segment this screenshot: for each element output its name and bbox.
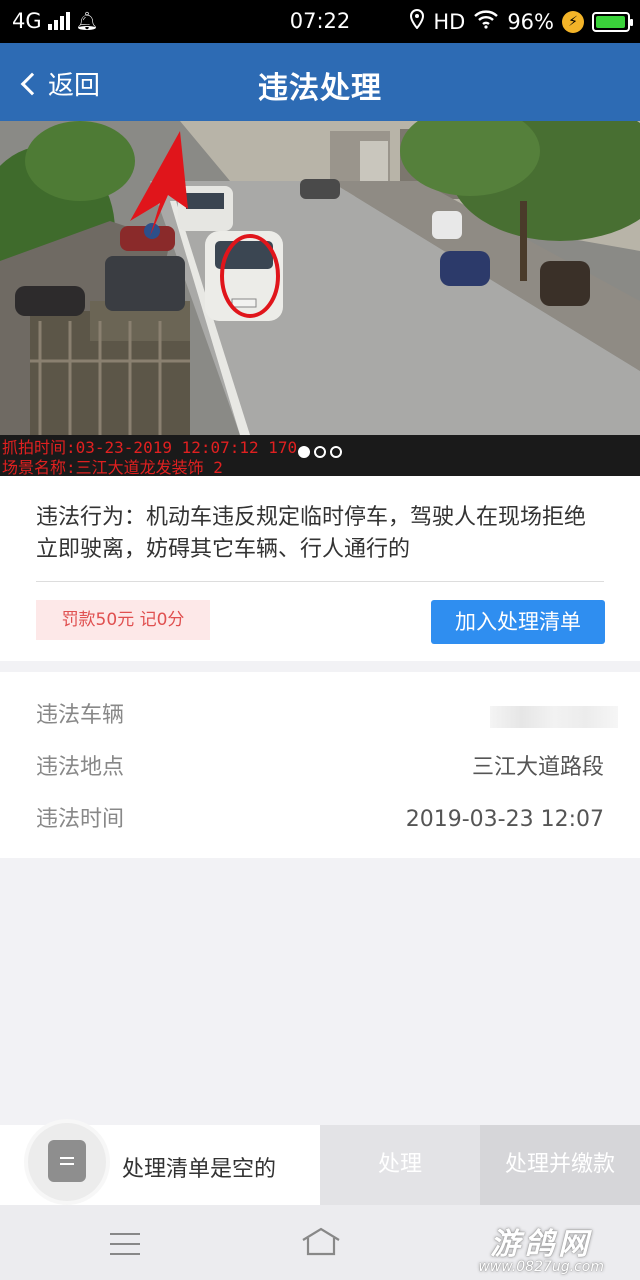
time-row: 违法时间 2019-03-23 12:07: [36, 800, 604, 840]
violation-details: 违法车辆 违法地点 三江大道路段 违法时间 2019-03-23 12:07: [0, 672, 640, 858]
penalty-badge: 罚款50元 记0分: [36, 600, 210, 640]
violation-behavior: 违法行为：机动车违反规定临时停车，驾驶人在现场拒绝立即驶离，妨碍其它车辆、行人通…: [36, 505, 587, 562]
battery-percent: 96%: [507, 9, 554, 34]
app-header: 返回 违法处理: [0, 43, 640, 121]
redacted-plate: [490, 706, 618, 728]
evidence-photo: [0, 121, 640, 435]
process-button[interactable]: 处理: [320, 1125, 480, 1205]
process-and-pay-button[interactable]: 处理并缴款: [480, 1125, 640, 1205]
location-icon: [409, 8, 425, 34]
vehicle-row: 违法车辆: [36, 696, 618, 736]
charging-icon: ⚡︎: [562, 10, 584, 33]
status-bar: 4G 🔔︎ 07:22 HD 96% ⚡︎: [0, 0, 640, 43]
scene-name-caption: 场景名称:三江大道龙发装饰_2: [2, 458, 223, 476]
time-label: 违法时间: [36, 807, 125, 832]
carousel-pager[interactable]: [298, 446, 342, 458]
add-to-list-button[interactable]: 加入处理清单: [431, 600, 605, 644]
watermark-url: www.0827ug.com: [478, 1259, 604, 1275]
vehicle-label: 违法车辆: [36, 703, 125, 728]
battery-fill: [596, 15, 625, 28]
carousel-dot[interactable]: [330, 446, 342, 458]
evidence-photo-carousel[interactable]: 抓拍时间:03-23-2019 12:07:12 170 场景名称:三江大道龙发…: [0, 121, 640, 476]
document-list-icon: [28, 1123, 106, 1201]
divider: [36, 581, 604, 582]
system-nav-bar: 游鸽网 www.0827ug.com: [0, 1205, 640, 1280]
list-empty-text: 处理清单是空的: [122, 1157, 277, 1182]
violation-card: 违法行为：机动车违反规定临时停车，驾驶人在现场拒绝立即驶离，妨碍其它车辆、行人通…: [0, 476, 640, 661]
location-row: 违法地点 三江大道路段: [36, 748, 604, 788]
hd-label: HD: [433, 9, 466, 34]
page-title: 违法处理: [258, 71, 382, 106]
processing-list[interactable]: 处理清单是空的: [0, 1123, 320, 1205]
home-icon[interactable]: [300, 1227, 342, 1257]
watermark-title: 游鸽网: [490, 1227, 593, 1262]
menu-icon[interactable]: [110, 1233, 140, 1255]
watermark-logo: 游鸽网 www.0827ug.com: [478, 1219, 604, 1275]
carousel-dot[interactable]: [314, 446, 326, 458]
battery-icon: [592, 11, 633, 32]
carousel-dot[interactable]: [298, 446, 310, 458]
wifi-icon: [473, 9, 499, 34]
location-label: 违法地点: [36, 755, 125, 780]
time-value: 2019-03-23 12:07: [405, 807, 604, 832]
bottom-action-bar: 处理清单是空的 处理 处理并缴款: [0, 1123, 640, 1205]
location-value: 三江大道路段: [471, 755, 604, 780]
